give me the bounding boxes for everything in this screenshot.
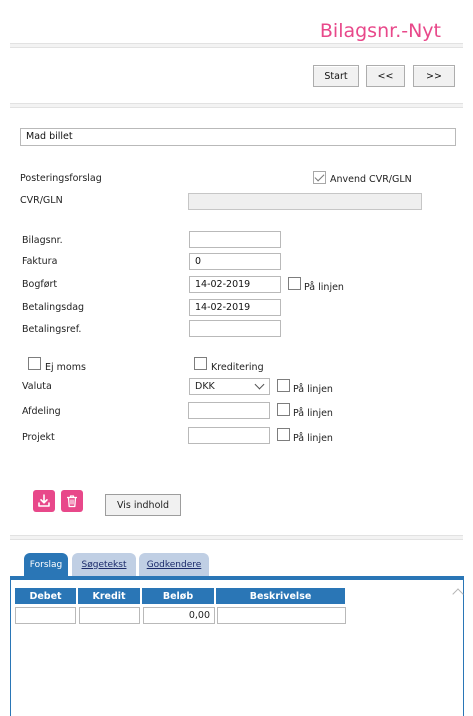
beloeb-cell[interactable]: 0,00 [143,607,215,624]
betalingsref-label: Betalingsref. [22,324,82,335]
start-button[interactable]: Start [313,65,359,87]
bilagsnr-label: Bilagsnr. [22,235,63,246]
projekt-input[interactable] [188,427,270,444]
vis-indhold-button[interactable]: Vis indhold [105,494,181,516]
kreditering-label: Kreditering [211,362,264,373]
kreditering-checkbox[interactable] [194,357,207,370]
delete-button[interactable] [61,490,83,512]
next-button[interactable]: >> [413,65,455,87]
posteringsforslag-label: Posteringsforslag [20,173,102,184]
download-button[interactable] [33,490,55,512]
afdeling-paa-linjen-checkbox[interactable] [277,403,290,416]
bogfort-date-input[interactable]: 14-02-2019 [189,276,281,293]
valuta-paa-linjen-checkbox[interactable] [277,379,290,392]
bogfort-label: Bogført [22,279,58,290]
ej-moms-label: Ej moms [45,362,86,373]
tab-forslag[interactable]: Forslag [24,553,68,576]
debet-cell[interactable] [15,607,76,624]
previous-button[interactable]: << [366,65,405,87]
valuta-selected-value: DKK [195,381,215,392]
betalingsref-input[interactable] [189,320,281,337]
tab-soegetekst[interactable]: Søgetekst [72,553,136,576]
description-input[interactable]: Mad billet [20,128,456,146]
afdeling-input[interactable] [188,402,270,419]
afdeling-paa-linjen-label: På linjen [293,408,333,419]
apply-cvr-checkbox[interactable] [313,171,326,184]
kredit-cell[interactable] [79,607,140,624]
bilagsnr-input[interactable] [189,231,281,248]
nav-separator [10,103,463,108]
valuta-label: Valuta [22,381,52,392]
download-icon [38,494,50,507]
page-title: Bilagsnr.-Nyt [319,20,441,42]
beskrivelse-cell[interactable] [217,607,346,624]
top-separator [10,43,463,48]
chevron-down-icon [254,379,265,390]
apply-cvr-label: Anvend CVR/GLN [330,174,412,185]
valuta-select[interactable]: DKK [189,378,270,395]
column-header-debet: Debet [15,588,78,604]
cvr-label: CVR/GLN [20,195,63,206]
betalingsdag-date-input[interactable]: 14-02-2019 [189,299,281,316]
trash-icon [67,495,77,508]
projekt-paa-linjen-label: På linjen [293,433,333,444]
betalingsdag-label: Betalingsdag [22,302,85,313]
bottom-separator [10,535,463,540]
cvr-input[interactable] [188,193,422,210]
column-header-beskrivelse: Beskrivelse [216,588,347,604]
column-header-beloeb: Beløb [142,588,216,604]
projekt-label: Projekt [22,432,55,443]
tab-godkendere[interactable]: Godkendere [139,553,209,576]
faktura-input[interactable]: 0 [189,253,281,270]
valuta-paa-linjen-label: På linjen [293,384,333,395]
bogfort-paa-linjen-checkbox[interactable] [288,277,301,290]
projekt-paa-linjen-checkbox[interactable] [277,428,290,441]
ej-moms-checkbox[interactable] [28,357,41,370]
afdeling-label: Afdeling [22,406,61,417]
column-header-kredit: Kredit [78,588,142,604]
faktura-label: Faktura [22,256,58,267]
bogfort-paa-linjen-label: På linjen [304,282,344,293]
